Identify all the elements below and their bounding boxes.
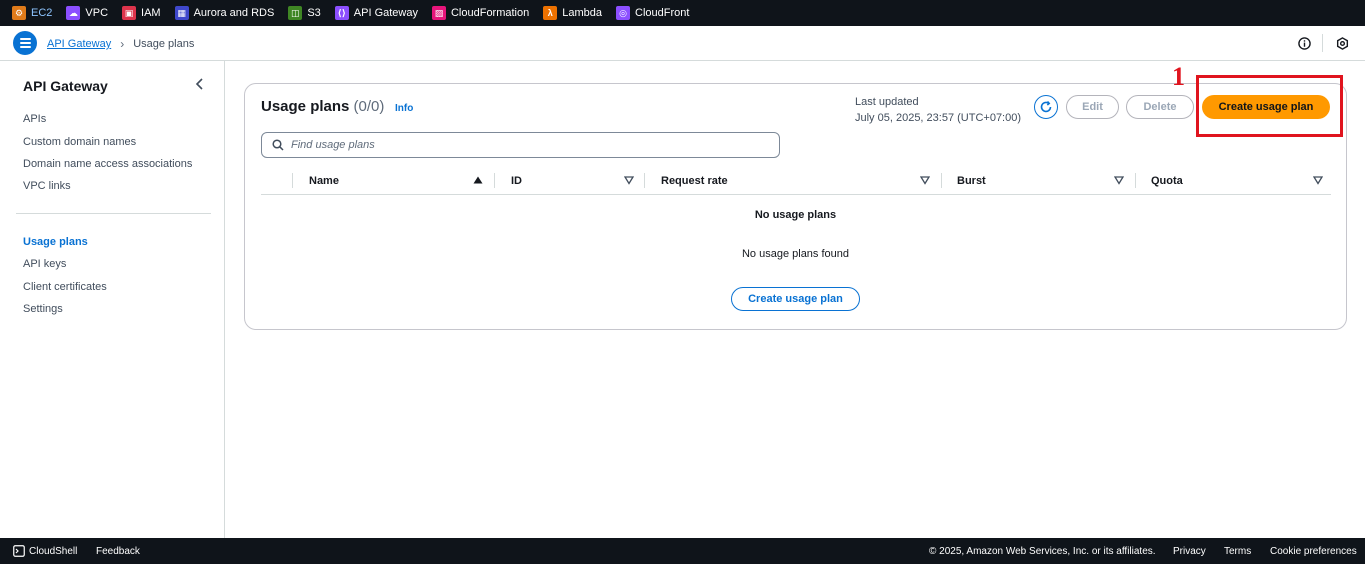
privacy-link[interactable]: Privacy (1173, 546, 1206, 557)
cloudformation-icon: ▨ (431, 6, 446, 20)
column-separator (644, 173, 645, 188)
service-ec2[interactable]: ⚙ EC2 (12, 6, 52, 20)
feedback-link[interactable]: Feedback (96, 546, 140, 557)
footer-bar: CloudShell Feedback © 2025, Amazon Web S… (0, 538, 1365, 564)
info-link[interactable]: Info (395, 103, 413, 114)
column-header-name[interactable]: Name (309, 167, 339, 195)
search-field[interactable] (261, 132, 780, 158)
column-header-burst[interactable]: Burst (957, 167, 986, 195)
iam-icon: ▣ (122, 6, 137, 20)
header-divider (1322, 34, 1323, 52)
lambda-icon: λ (543, 6, 558, 20)
table-header: Name ID Request rate Burst Quota (261, 167, 1331, 195)
hamburger-icon (19, 42, 31, 44)
terminal-icon (13, 545, 25, 557)
terms-link[interactable]: Terms (1224, 546, 1251, 557)
sidebar-item-vpc-links[interactable]: VPC links (23, 180, 71, 192)
search-input[interactable] (291, 139, 761, 151)
service-vpc[interactable]: ☁ VPC (66, 6, 108, 20)
column-separator (292, 173, 293, 188)
sort-icon[interactable] (920, 175, 930, 185)
last-updated-value: July 05, 2025, 23:57 (UTC+07:00) (855, 112, 1022, 124)
service-s3[interactable]: ◫ S3 (288, 6, 321, 20)
s3-icon: ◫ (288, 6, 303, 20)
info-icon[interactable] (1297, 36, 1311, 50)
chevron-left-icon[interactable] (193, 77, 207, 91)
usage-plans-table-container: Usage plans (0/0) Info Last updated July… (244, 83, 1347, 330)
breadcrumb-current: Usage plans (133, 38, 195, 50)
sidebar-item-custom-domain-names[interactable]: Custom domain names (23, 136, 136, 148)
column-separator (941, 173, 942, 188)
sidebar-item-settings[interactable]: Settings (23, 303, 63, 315)
breadcrumb-api-gateway[interactable]: API Gateway (47, 38, 111, 50)
service-label: EC2 (31, 7, 53, 19)
sort-icon[interactable] (1313, 175, 1323, 185)
side-navigation: API Gateway APIs Custom domain names Dom… (0, 61, 225, 538)
service-api-gateway[interactable]: ⟨⟩ API Gateway (334, 6, 418, 20)
rds-icon: ▦ (174, 6, 189, 20)
annotation-number: 1 (1172, 62, 1185, 91)
column-separator (494, 173, 495, 188)
cloudshell-button[interactable]: CloudShell (13, 545, 77, 557)
column-header-request-rate[interactable]: Request rate (661, 167, 728, 195)
hamburger-icon (19, 38, 31, 40)
column-header-id[interactable]: ID (511, 167, 522, 195)
sidebar-item-usage-plans[interactable]: Usage plans (23, 236, 88, 248)
empty-state-subtitle: No usage plans found (741, 248, 850, 260)
sidebar-item-api-keys[interactable]: API keys (23, 258, 66, 270)
title-text: Usage plans (261, 98, 350, 115)
sort-ascending-icon[interactable] (473, 175, 483, 185)
search-icon (272, 139, 284, 151)
refresh-button[interactable] (1034, 95, 1058, 119)
column-header-quota[interactable]: Quota (1151, 167, 1183, 195)
service-iam[interactable]: ▣ IAM (122, 6, 161, 20)
sidebar-title: API Gateway (23, 78, 108, 94)
service-label: API Gateway (353, 7, 418, 19)
service-label: IAM (141, 7, 161, 19)
cloudfront-icon: ◎ (616, 6, 631, 20)
sidebar-item-apis[interactable]: APIs (23, 113, 46, 125)
api-gateway-icon: ⟨⟩ (334, 6, 349, 20)
column-separator (1135, 173, 1136, 188)
service-cloudfront[interactable]: ◎ CloudFront (616, 6, 689, 20)
sidebar-item-domain-name-access-associations[interactable]: Domain name access associations (23, 158, 192, 170)
sort-icon[interactable] (624, 175, 634, 185)
menu-toggle-button[interactable] (13, 31, 37, 55)
breadcrumb: API Gateway › Usage plans (47, 37, 194, 51)
hamburger-icon (19, 46, 31, 48)
chevron-right-icon: › (120, 37, 125, 51)
service-label: Aurora and RDS (193, 7, 275, 19)
last-updated-label: Last updated (855, 96, 919, 108)
service-lambda[interactable]: λ Lambda (543, 6, 602, 20)
services-bar: ⚙ EC2 ☁ VPC ▣ IAM ▦ Aurora and RDS ◫ S3 … (0, 0, 1365, 26)
service-label: S3 (307, 7, 321, 19)
delete-button[interactable]: Delete (1126, 95, 1194, 119)
ec2-icon: ⚙ (12, 6, 26, 20)
empty-state-title: No usage plans (754, 209, 837, 221)
sidebar-item-client-certificates[interactable]: Client certificates (23, 281, 107, 293)
service-label: Lambda (562, 7, 603, 19)
service-label: CloudFront (635, 7, 690, 19)
cloudshell-label: CloudShell (29, 545, 78, 557)
cookie-preferences-link[interactable]: Cookie preferences (1270, 546, 1357, 557)
sidebar-divider (16, 213, 211, 214)
vpc-icon: ☁ (66, 6, 81, 20)
refresh-icon (1040, 100, 1052, 113)
service-rds[interactable]: ▦ Aurora and RDS (174, 6, 275, 20)
service-label: VPC (85, 7, 109, 19)
edit-button[interactable]: Edit (1066, 95, 1119, 119)
sort-icon[interactable] (1114, 175, 1124, 185)
item-count: (0/0) (353, 98, 385, 115)
annotation-highlight-box (1196, 75, 1343, 137)
page-title: Usage plans (0/0) (261, 98, 384, 115)
page-header: API Gateway › Usage plans (0, 26, 1365, 61)
empty-create-usage-plan-button[interactable]: Create usage plan (731, 287, 860, 311)
settings-icon[interactable] (1335, 36, 1349, 50)
copyright-text: © 2025, Amazon Web Services, Inc. or its… (929, 546, 1156, 557)
service-cloudformation[interactable]: ▨ CloudFormation (431, 6, 530, 20)
service-label: CloudFormation (450, 7, 530, 19)
